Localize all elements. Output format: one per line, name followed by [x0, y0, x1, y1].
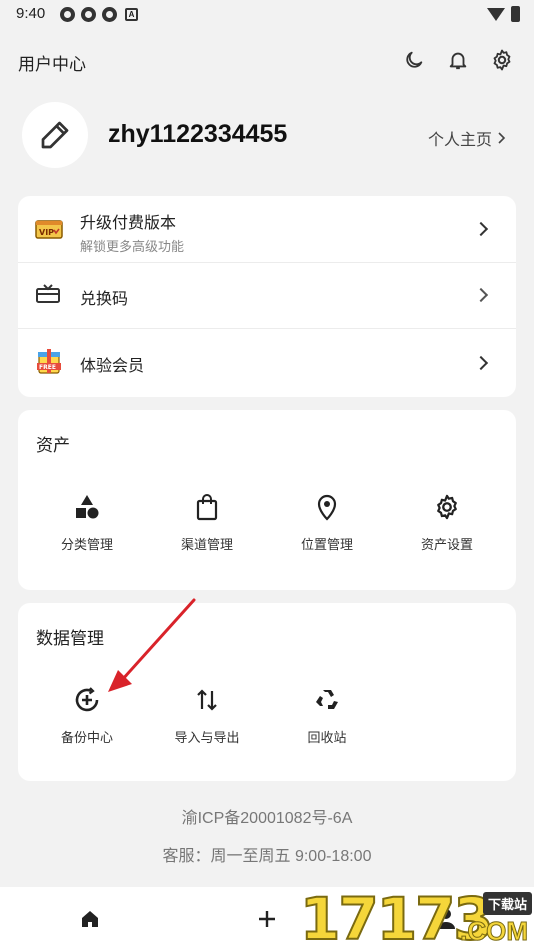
- assets-card: 资产 分类管理 渠道管理 位置管理 资产设置: [18, 410, 516, 590]
- system-icons: [487, 6, 520, 22]
- import-export-item[interactable]: 导入与导出: [147, 685, 267, 746]
- data-management-card: 数据管理 备份中心 导入与导出 回收站: [18, 603, 516, 781]
- watermark-domain: .COM: [460, 916, 529, 947]
- pen-icon: [41, 121, 69, 149]
- homepage-link[interactable]: 个人主页: [428, 126, 506, 150]
- notification-app-icon: [102, 7, 117, 22]
- home-icon[interactable]: [70, 905, 110, 933]
- avatar[interactable]: [22, 102, 88, 168]
- gift-card-icon: [34, 279, 64, 309]
- battery-icon: [511, 6, 520, 22]
- backup-center-item[interactable]: 备份中心: [27, 685, 147, 746]
- svg-text:FREE: FREE: [39, 364, 56, 371]
- backup-center-label: 备份中心: [60, 730, 113, 745]
- free-gift-icon: FREE: [34, 346, 64, 376]
- membership-card: VIP 升级付费版本 解锁更多高级功能 兑换码 FREE 体验会员: [18, 196, 516, 397]
- asset-settings-label: 资产设置: [420, 537, 473, 552]
- top-bar: 用户中心: [0, 38, 534, 82]
- import-export-label: 导入与导出: [174, 730, 240, 745]
- location-pin-icon: [312, 492, 342, 522]
- recycle-icon: [312, 685, 342, 715]
- chevron-right-icon: [473, 221, 489, 237]
- recycle-bin-item[interactable]: 回收站: [267, 685, 387, 746]
- data-management-title: 数据管理: [36, 629, 104, 648]
- status-time: 9:40: [16, 5, 46, 22]
- gear-icon: [432, 492, 462, 522]
- customer-service-hours: 客服：周一至周五 9:00-18:00: [162, 848, 372, 865]
- upgrade-paid-label: 升级付费版本: [80, 215, 177, 232]
- backup-plus-icon: [72, 685, 102, 715]
- chevron-right-icon: [498, 132, 506, 144]
- svg-text:VIP: VIP: [39, 228, 54, 237]
- chevron-right-icon: [473, 355, 489, 371]
- redeem-code-row[interactable]: 兑换码: [18, 262, 516, 328]
- vip-ticket-icon: VIP: [34, 214, 64, 244]
- moon-icon[interactable]: [400, 46, 428, 74]
- settings-gear-icon[interactable]: [488, 46, 516, 74]
- watermark-badge: 下载站: [482, 892, 532, 915]
- category-management-label: 分类管理: [60, 537, 113, 552]
- location-management-item[interactable]: 位置管理: [267, 492, 387, 553]
- notification-app-icon: [60, 7, 75, 22]
- homepage-link-label: 个人主页: [427, 132, 492, 149]
- notification-icons: A: [60, 7, 138, 22]
- upgrade-paid-sublabel: 解锁更多高级功能: [80, 239, 185, 254]
- icp-record: 渝ICP备20001082号-6A: [181, 810, 353, 827]
- status-bar: 9:40 A: [0, 0, 534, 30]
- shopping-bag-icon: [192, 492, 222, 522]
- import-export-icon: [192, 685, 222, 715]
- trial-member-label: 体验会员: [80, 358, 145, 375]
- site-watermark: 17173 下载站 .COM: [299, 887, 532, 950]
- chevron-right-icon: [473, 287, 489, 303]
- location-management-label: 位置管理: [300, 537, 353, 552]
- profile-header: zhy1122334455 个人主页: [0, 100, 534, 172]
- upgrade-paid-row[interactable]: VIP 升级付费版本 解锁更多高级功能: [18, 196, 516, 262]
- trial-member-row[interactable]: FREE 体验会员: [18, 328, 516, 397]
- notification-a-icon: A: [125, 8, 138, 21]
- notification-app-icon: [81, 7, 96, 22]
- category-management-item[interactable]: 分类管理: [27, 492, 147, 553]
- assets-title: 资产: [36, 436, 70, 455]
- shapes-icon: [72, 492, 102, 522]
- wifi-icon: [487, 7, 505, 21]
- recycle-bin-label: 回收站: [307, 730, 347, 745]
- redeem-code-label: 兑换码: [80, 291, 129, 308]
- bell-icon[interactable]: [444, 46, 472, 74]
- add-icon[interactable]: [247, 905, 287, 933]
- page-title: 用户中心: [18, 55, 86, 74]
- channel-management-label: 渠道管理: [180, 537, 233, 552]
- channel-management-item[interactable]: 渠道管理: [147, 492, 267, 553]
- asset-settings-item[interactable]: 资产设置: [387, 492, 507, 553]
- username: zhy1122334455: [108, 120, 288, 148]
